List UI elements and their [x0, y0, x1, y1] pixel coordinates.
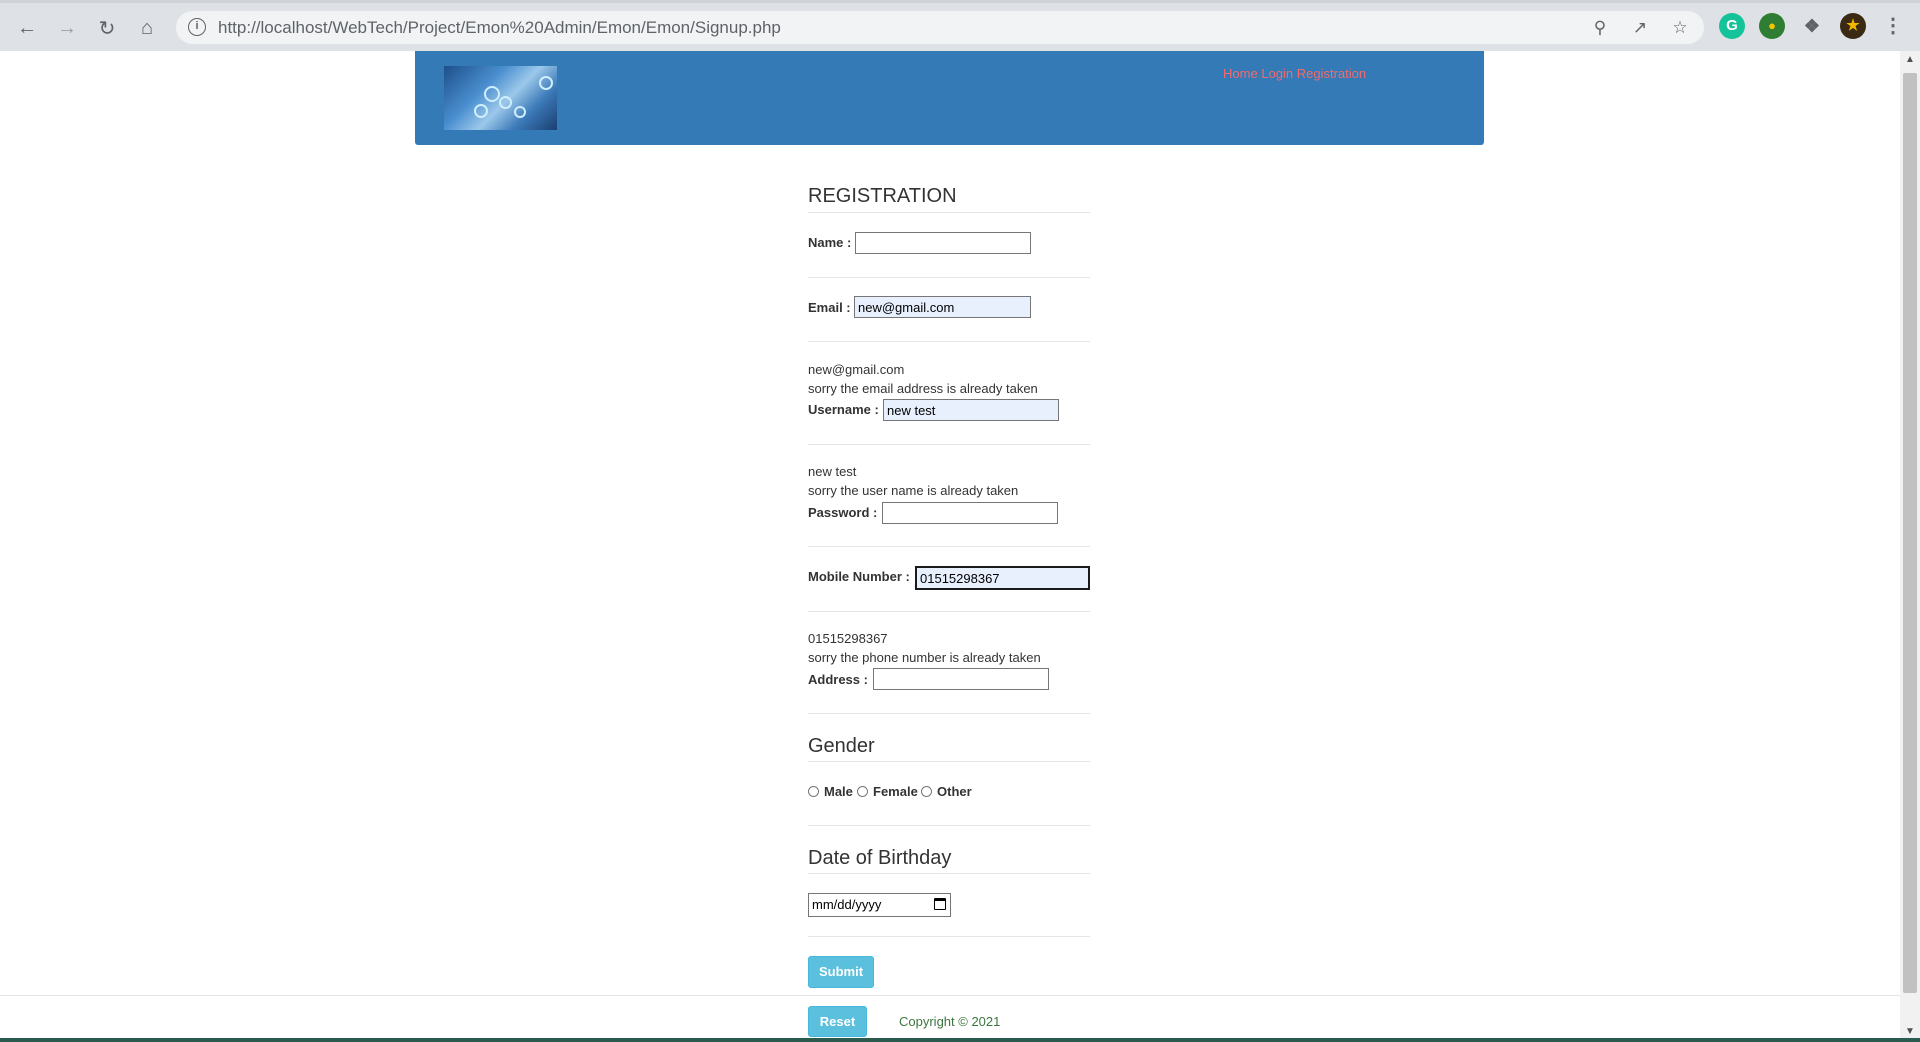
reload-icon[interactable]: ↻: [93, 14, 121, 42]
back-icon[interactable]: ←: [13, 14, 41, 42]
gender-female-label: Female: [873, 784, 918, 799]
username-input[interactable]: [883, 399, 1059, 421]
profile-avatar[interactable]: ★: [1840, 13, 1866, 39]
gender-male-label: Male: [824, 784, 853, 799]
divider: [808, 761, 1090, 762]
site-header: Home Login Registration: [415, 51, 1484, 145]
mobile-input[interactable]: [915, 566, 1090, 590]
calendar-icon[interactable]: [934, 898, 946, 910]
reset-button[interactable]: Reset: [808, 1006, 867, 1037]
mobile-echo: 01515298367: [808, 631, 888, 646]
divider: [808, 546, 1090, 547]
home-icon[interactable]: ⌂: [133, 14, 161, 42]
gender-other-label: Other: [937, 784, 972, 799]
url-text[interactable]: http://localhost/WebTech/Project/Emon%20…: [218, 18, 781, 38]
info-icon[interactable]: i: [188, 18, 206, 36]
copyright-text: Copyright © 2021: [899, 1014, 1001, 1029]
share-icon[interactable]: ↗: [1629, 17, 1651, 39]
tab-strip-edge: [0, 0, 1920, 3]
nav-login-link[interactable]: Login: [1261, 66, 1293, 81]
puzzle-icon[interactable]: ❖: [1799, 13, 1825, 39]
password-input[interactable]: [882, 502, 1058, 524]
dob-title: Date of Birthday: [808, 847, 952, 869]
divider: [808, 873, 1090, 874]
dob-placeholder: mm/dd/yyyy: [812, 897, 882, 912]
divider: [808, 713, 1090, 714]
footer-divider: [0, 995, 1900, 996]
email-input[interactable]: [854, 296, 1031, 318]
address-label: Address :: [808, 672, 868, 687]
scroll-down-icon[interactable]: ▼: [1904, 1026, 1916, 1038]
username-error: sorry the user name is already taken: [808, 483, 1019, 498]
divider: [808, 936, 1090, 937]
password-label: Password :: [808, 505, 878, 520]
name-input[interactable]: [855, 232, 1031, 254]
gender-title: Gender: [808, 735, 875, 757]
page-body: Home Login Registration REGISTRATION Nam…: [0, 51, 1900, 1042]
email-echo: new@gmail.com: [808, 362, 905, 377]
divider: [808, 277, 1090, 278]
address-bar[interactable]: i http://localhost/WebTech/Project/Emon%…: [176, 11, 1704, 44]
nav-home-link[interactable]: Home: [1223, 66, 1258, 81]
gender-male-radio[interactable]: [808, 786, 819, 797]
dob-input[interactable]: mm/dd/yyyy: [808, 893, 951, 917]
page-scrollbar[interactable]: ▲ ▼: [1900, 51, 1920, 1042]
divider: [808, 341, 1090, 342]
forward-icon[interactable]: →: [53, 14, 81, 42]
gender-female-radio[interactable]: [857, 786, 868, 797]
scroll-up-icon[interactable]: ▲: [1904, 54, 1916, 66]
mobile-label: Mobile Number :: [808, 569, 910, 584]
divider: [808, 611, 1090, 612]
zoom-icon[interactable]: ⚲: [1589, 17, 1611, 39]
star-icon[interactable]: ☆: [1669, 17, 1691, 39]
top-nav: Home Login Registration: [1223, 66, 1366, 81]
divider: [808, 444, 1090, 445]
divider: [808, 825, 1090, 826]
form-title: REGISTRATION: [808, 185, 957, 207]
taskbar-edge: [0, 1038, 1920, 1042]
username-label: Username :: [808, 402, 879, 417]
divider: [808, 212, 1090, 213]
name-label: Name :: [808, 235, 852, 250]
menu-icon[interactable]: ⋮: [1880, 13, 1906, 39]
address-input[interactable]: [873, 668, 1049, 690]
extension-icon[interactable]: ●: [1759, 13, 1785, 39]
submit-button[interactable]: Submit: [808, 956, 874, 988]
username-echo: new test: [808, 464, 857, 479]
browser-toolbar: ← → ↻ ⌂ i http://localhost/WebTech/Proje…: [0, 0, 1920, 51]
email-error: sorry the email address is already taken: [808, 381, 1038, 396]
scroll-thumb[interactable]: [1903, 73, 1917, 993]
nav-registration-link[interactable]: Registration: [1297, 66, 1366, 81]
site-logo: [444, 66, 557, 130]
grammarly-icon[interactable]: G: [1719, 13, 1745, 39]
mobile-error: sorry the phone number is already taken: [808, 650, 1041, 665]
gender-other-radio[interactable]: [921, 786, 932, 797]
email-label: Email :: [808, 300, 851, 315]
